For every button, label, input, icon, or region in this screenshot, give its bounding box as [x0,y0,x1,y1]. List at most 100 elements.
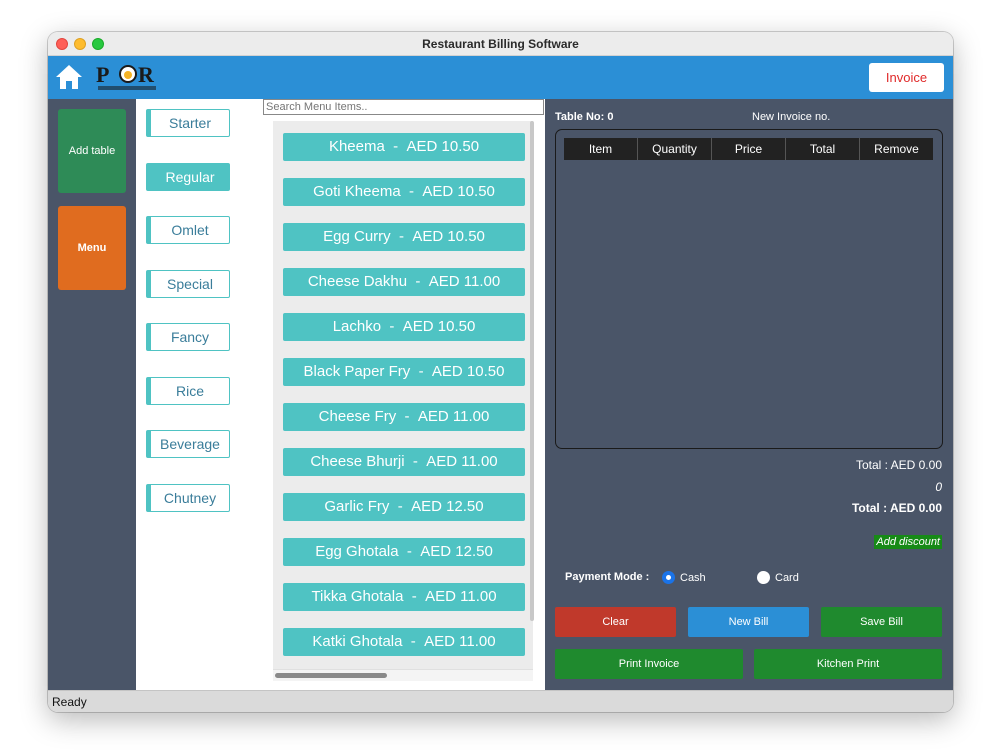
category-rice[interactable]: Rice [146,377,230,405]
menu-item-name: Black Paper Fry [303,363,411,380]
column-quantity: Quantity [638,138,712,160]
menu-item-price: AED 11.00 [426,453,498,470]
subtotal-label: Total : AED 0.00 [855,458,942,472]
menu-item-price: AED 11.00 [417,408,490,425]
column-total: Total [786,138,860,160]
menu-item-button[interactable]: Goti Kheema - AED 10.50 [283,178,525,206]
menu-item-name: Tikka Ghotala [311,588,404,605]
menu-item-button[interactable]: Lachko - AED 10.50 [283,313,525,341]
menu-item-button[interactable]: Cheese Fry - AED 11.00 [283,403,525,431]
menu-horizontal-scrollbar[interactable] [273,669,533,681]
order-table-header: Item Quantity Price Total Remove [564,138,933,160]
card-radio[interactable] [757,571,770,584]
menu-item-separator: - [404,453,427,470]
card-label: Card [775,571,799,584]
invoice-button[interactable]: Invoice [869,63,944,92]
invoice-panel: Table No: 0 New Invoice no. Item Quantit… [545,99,953,690]
svg-text:R: R [138,62,155,87]
menu-item-separator: - [407,273,429,290]
menu-item-separator: - [381,318,403,335]
clear-button[interactable]: Clear [555,607,676,637]
menu-item-button[interactable]: Cheese Bhurji - AED 11.00 [283,448,525,476]
menu-item-price: AED 12.50 [420,543,493,560]
payment-card-option[interactable]: Card [757,571,799,584]
status-text: Ready [52,695,87,709]
add-table-button[interactable]: Add table [58,109,126,193]
kitchen-print-button[interactable]: Kitchen Print [754,649,942,679]
menu-item-name: Garlic Fry [324,498,390,515]
category-omlet[interactable]: Omlet [146,216,230,244]
grand-total-label: Total : AED 0.00 [851,501,942,515]
restaurant-logo: P R [94,60,162,94]
column-price: Price [712,138,786,160]
discount-value: 0 [935,480,942,494]
invoice-number-label: New Invoice no. [752,111,831,123]
payment-mode-label: Payment Mode : [565,571,650,583]
menu-item-price: AED 11.00 [428,273,501,290]
top-toolbar: P R Invoice [48,56,953,99]
menu-item-button[interactable]: Cheese Dakhu - AED 11.00 [283,268,525,296]
menu-item-price: AED 10.50 [412,228,485,245]
menu-button[interactable]: Menu [58,206,126,290]
left-sidebar: Add table Menu [48,99,136,690]
order-table: Item Quantity Price Total Remove [555,129,943,449]
menu-item-separator: - [390,228,413,245]
status-bar: Ready [48,690,953,712]
menu-item-button[interactable]: Black Paper Fry - AED 10.50 [283,358,525,386]
new-bill-button[interactable]: New Bill [688,607,809,637]
menu-item-button[interactable]: Tikka Ghotala - AED 11.00 [283,583,525,611]
column-remove: Remove [874,142,919,156]
horizontal-scroll-thumb[interactable] [275,673,387,678]
add-discount-button[interactable]: Add discount [874,535,942,549]
home-icon[interactable] [54,62,84,92]
menu-item-button[interactable]: Kheema - AED 10.50 [283,133,525,161]
menu-item-separator: - [398,543,421,560]
menu-item-separator: - [403,588,426,605]
app-window: Restaurant Billing Software P R Invoice … [48,32,953,712]
menu-item-name: Cheese Fry [318,408,397,425]
menu-item-button[interactable]: Katki Ghotala - AED 11.00 [283,628,525,656]
cash-label: Cash [680,571,706,584]
menu-vertical-scrollbar[interactable] [530,121,534,621]
menu-item-name: Egg Curry [323,228,391,245]
save-bill-button[interactable]: Save Bill [821,607,942,637]
category-starter[interactable]: Starter [146,109,230,137]
category-chutney[interactable]: Chutney [146,484,230,512]
category-regular[interactable]: Regular [146,163,230,191]
window-title: Restaurant Billing Software [422,37,579,51]
menu-items-list: Kheema - AED 10.50 Goti Kheema - AED 10.5… [273,121,533,681]
menu-item-price: AED 11.00 [425,588,497,605]
table-number-label: Table No: 0 [555,111,614,123]
menu-item-separator: - [396,408,418,425]
menu-item-price: AED 11.00 [424,633,496,650]
svg-text:P: P [96,62,109,87]
title-bar: Restaurant Billing Software [48,32,953,56]
menu-item-price: AED 10.50 [422,183,495,200]
menu-item-separator: - [384,138,407,155]
menu-item-name: Cheese Dakhu [307,273,408,290]
menu-item-separator: - [402,633,425,650]
menu-item-button[interactable]: Egg Curry - AED 10.50 [283,223,525,251]
payment-cash-option[interactable]: Cash [662,571,706,584]
category-beverage[interactable]: Beverage [146,430,230,458]
menu-item-name: Cheese Bhurji [310,453,405,470]
menu-item-button[interactable]: Garlic Fry - AED 12.50 [283,493,525,521]
category-fancy[interactable]: Fancy [146,323,230,351]
menu-item-separator: - [400,183,423,200]
menu-item-price: AED 10.50 [406,138,480,155]
search-input[interactable] [263,99,544,115]
menu-item-price: AED 10.50 [402,318,476,335]
column-item: Item [564,138,638,160]
menu-item-name: Egg Ghotala [315,543,399,560]
menu-item-button[interactable]: Egg Ghotala - AED 12.50 [283,538,525,566]
menu-item-name: Katki Ghotala [312,633,403,650]
menu-item-name: Goti Kheema [313,183,401,200]
menu-item-price: AED 12.50 [411,498,484,515]
print-invoice-button[interactable]: Print Invoice [555,649,743,679]
category-special[interactable]: Special [146,270,230,298]
menu-item-separator: - [410,363,432,380]
menu-item-separator: - [389,498,412,515]
category-panel: Starter Regular Omlet Special Fancy Rice… [136,99,263,690]
menu-item-name: Lachko [332,318,382,335]
cash-radio[interactable] [662,571,675,584]
